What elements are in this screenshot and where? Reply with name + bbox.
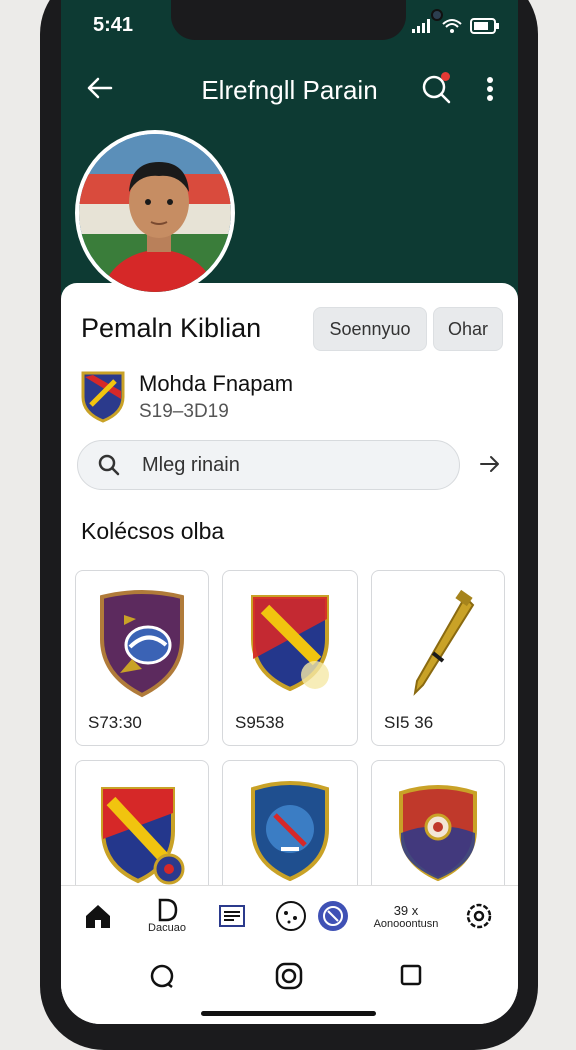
golden-pen-icon xyxy=(413,589,475,696)
battery-icon xyxy=(470,18,499,34)
club-years: S19–3D19 xyxy=(139,401,229,422)
nav-face[interactable] xyxy=(273,886,309,946)
collection-item[interactable]: S9538 xyxy=(222,570,358,746)
nav-settings[interactable] xyxy=(463,886,495,946)
nav-text[interactable]: 39 x Aonooontusn xyxy=(363,886,449,946)
search-input[interactable] xyxy=(142,453,422,477)
player-name: Pemaln Kiblian xyxy=(81,313,262,343)
face-icon xyxy=(276,901,306,931)
nav-home[interactable] xyxy=(81,886,115,946)
nav-label: Dacuao xyxy=(148,922,186,934)
bottom-nav: Dacuao 39 x Aonooontusn xyxy=(61,885,518,945)
news-icon xyxy=(219,905,245,927)
status-time: 5:41 xyxy=(93,14,134,36)
club-name: Mohda Fnapam xyxy=(139,371,294,396)
nav-news[interactable] xyxy=(217,886,247,946)
purple-crest-icon xyxy=(100,590,184,698)
collection-item[interactable]: S73:30 xyxy=(75,570,209,746)
notification-dot xyxy=(441,72,450,81)
chat-button[interactable]: Ohar xyxy=(433,307,503,351)
nav-circle[interactable] xyxy=(315,886,351,946)
nav-dacuao[interactable]: Dacuao xyxy=(141,886,193,946)
eba-crest-icon xyxy=(101,787,185,885)
subscribe-button[interactable]: Soennyuo xyxy=(313,307,427,351)
home-circle-icon[interactable] xyxy=(275,962,303,990)
settings-icon xyxy=(466,903,492,929)
nav-label: Aonooontusn xyxy=(373,917,439,930)
home-icon xyxy=(86,905,110,928)
collection-item[interactable]: SI5 36 xyxy=(371,570,505,746)
app-screen: 5:41 Elrefngll Parain Pemaln Kiblian Soe… xyxy=(61,0,518,1024)
nav-badge: 39 x xyxy=(393,902,419,918)
more-vertical-icon[interactable] xyxy=(479,72,501,106)
striped-crest-icon xyxy=(251,595,329,692)
wifi-icon xyxy=(442,19,462,33)
status-icons xyxy=(412,18,500,34)
avatar[interactable] xyxy=(75,130,235,296)
notch xyxy=(171,0,443,40)
collection-title: Kolécsos olba xyxy=(81,518,225,544)
item-price: S9538 xyxy=(235,713,285,732)
home-indicator xyxy=(201,1011,376,1016)
profile-card: Pemaln Kiblian Soennyuo Ohar Mohda Fnapa… xyxy=(61,283,518,983)
item-price: SI5 36 xyxy=(384,713,434,732)
collection-grid: S73:30 S9538 SI5 36 xyxy=(75,570,507,936)
search-icon xyxy=(98,454,120,476)
search-field[interactable] xyxy=(77,440,460,490)
item-price: S73:30 xyxy=(88,713,142,732)
d-icon xyxy=(158,898,178,922)
red-shield-icon xyxy=(399,785,477,882)
square-icon[interactable] xyxy=(399,963,423,987)
chat-icon[interactable] xyxy=(149,963,175,989)
circle-icon xyxy=(318,901,348,931)
arrow-right-icon[interactable] xyxy=(477,451,503,477)
system-nav xyxy=(61,945,518,1024)
club-crest-icon[interactable] xyxy=(79,369,127,423)
blue-shield-icon xyxy=(251,781,329,882)
signal-icon xyxy=(412,19,430,33)
